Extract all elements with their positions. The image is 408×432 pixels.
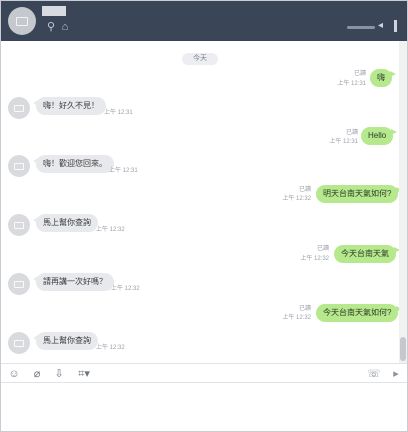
message-time: 上午 12:31	[329, 139, 358, 145]
outgoing-message-bubble[interactable]: 今天台南天氣	[334, 245, 399, 263]
message-time: 上午 12:32	[96, 345, 125, 351]
message-time: 上午 12:32	[96, 227, 125, 233]
read-receipt: 已讀	[353, 71, 366, 77]
emoji-icon[interactable]: ☺	[7, 367, 21, 381]
phone-icon[interactable]: ☏	[367, 367, 381, 381]
speaker-icon[interactable]: ◂	[378, 20, 390, 32]
home-icon[interactable]: ⌂	[59, 21, 71, 33]
image-placeholder-icon	[14, 105, 24, 112]
image-placeholder-icon	[14, 281, 24, 288]
contact-avatar[interactable]	[8, 273, 30, 295]
message-list[interactable]: 今天 已讀 上午 12:31 嗨 嗨！好久不見！ 上午 12:31 已讀 上午 …	[1, 41, 399, 363]
read-receipt: 已讀	[316, 246, 329, 252]
image-placeholder-icon	[16, 17, 28, 26]
outgoing-message-bubble[interactable]: Hello	[361, 127, 398, 145]
message-time: 上午 12:32	[111, 286, 140, 292]
message-time: 上午 12:32	[282, 196, 311, 202]
outgoing-message-bubble[interactable]: 今天台南天氣如何?	[316, 304, 399, 322]
volume-level-bar	[394, 20, 397, 32]
outgoing-message-bubble[interactable]: 嗨	[370, 69, 396, 87]
image-placeholder-icon	[14, 163, 24, 170]
incoming-message-bubble[interactable]: 嗨！好久不見！	[33, 97, 106, 115]
scrollbar-thumb[interactable]	[400, 337, 406, 361]
contact-avatar[interactable]	[8, 214, 30, 236]
read-receipt: 已讀	[298, 306, 311, 312]
send-icon[interactable]: ▸	[389, 367, 403, 381]
contact-avatar[interactable]	[8, 155, 30, 177]
incoming-message-bubble[interactable]: 請再講一次好嗎？	[33, 273, 114, 291]
contact-avatar[interactable]	[8, 332, 30, 354]
chat-header: ⚲ ⌂ ◂	[1, 1, 407, 41]
image-placeholder-icon	[14, 222, 24, 229]
date-separator: 今天	[182, 53, 218, 65]
read-receipt: 已讀	[345, 130, 358, 136]
contact-avatar[interactable]	[8, 97, 30, 119]
input-toolbar: ☺ ⌀ ⇩ ⌗▾ ☏ ▸	[1, 363, 407, 383]
crop-icon[interactable]: ⌗▾	[75, 367, 93, 381]
message-time: 上午 12:31	[109, 168, 138, 174]
image-placeholder-icon	[14, 340, 24, 347]
volume-slider[interactable]	[347, 26, 375, 29]
read-receipt: 已讀	[298, 187, 311, 193]
message-time: 上午 12:32	[282, 315, 311, 321]
search-icon[interactable]: ⚲	[45, 21, 57, 33]
incoming-message-bubble[interactable]: 嗨！歡迎您回來。	[33, 155, 114, 173]
message-input[interactable]	[1, 383, 407, 431]
contact-avatar[interactable]	[8, 7, 36, 35]
message-time: 上午 12:31	[104, 110, 133, 116]
outgoing-message-bubble[interactable]: 明天台南天氣如何?	[316, 185, 399, 203]
chat-scrollbar[interactable]	[399, 41, 407, 363]
incoming-message-bubble[interactable]: 馬上幫你查詢	[33, 332, 98, 350]
download-icon[interactable]: ⇩	[52, 367, 66, 381]
incoming-message-bubble[interactable]: 馬上幫你查詢	[33, 214, 98, 232]
attach-icon[interactable]: ⌀	[30, 367, 44, 381]
message-time: 上午 12:31	[337, 81, 366, 87]
contact-name-placeholder	[42, 6, 66, 16]
message-time: 上午 12:32	[300, 256, 329, 262]
chat-window: ⚲ ⌂ ◂ 今天 已讀 上午 12:31 嗨 嗨！好久不見！ 上午 12:31 …	[0, 0, 408, 432]
